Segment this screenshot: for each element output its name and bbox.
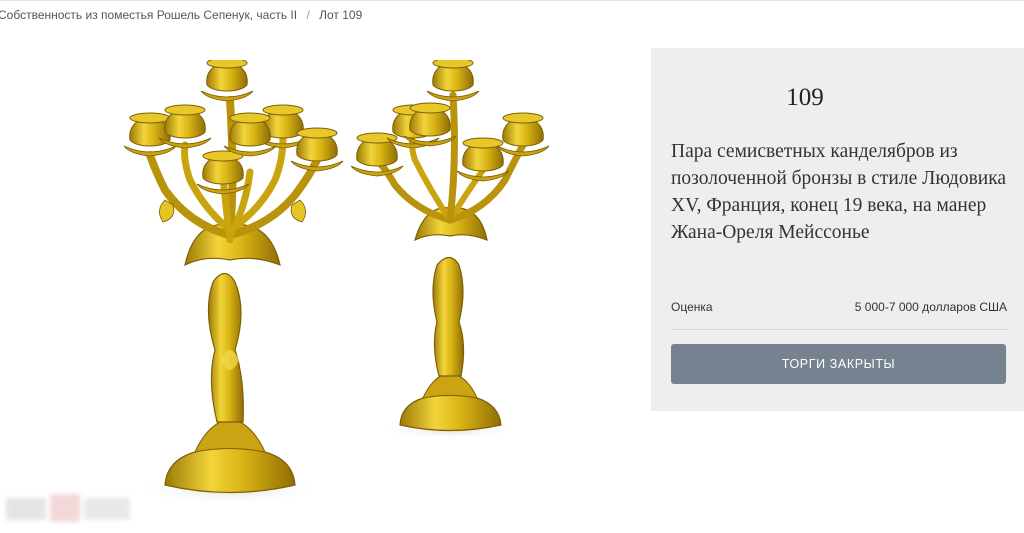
breadcrumb: Собственность из поместья Рошель Сепенук… bbox=[0, 8, 362, 22]
estimate-row: Оценка 5 000-7 000 долларов США bbox=[671, 300, 1007, 316]
breadcrumb-sale-link[interactable]: Собственность из поместья Рошель Сепенук… bbox=[0, 8, 297, 22]
estimate-label: Оценка bbox=[671, 300, 713, 314]
lot-title: Пара семисветных канделябров из позолоче… bbox=[671, 141, 1007, 243]
lot-info-panel: 109 Пара семисветных канделябров из позо… bbox=[651, 48, 1024, 411]
left-candelabrum bbox=[123, 57, 344, 504]
lot-image[interactable] bbox=[95, 57, 565, 510]
blurred-watermark bbox=[6, 492, 132, 526]
estimate-value: 5 000-7 000 долларов США bbox=[854, 300, 1007, 314]
divider bbox=[671, 329, 1007, 330]
candelabra-pair-image bbox=[123, 57, 550, 504]
breadcrumb-separator: / bbox=[306, 8, 310, 22]
top-border bbox=[0, 0, 1024, 1]
breadcrumb-lot-link[interactable]: Лот 109 bbox=[319, 8, 362, 22]
lot-number: 109 bbox=[786, 84, 824, 111]
right-candelabrum bbox=[350, 57, 550, 440]
bidding-closed-button[interactable]: ТОРГИ ЗАКРЫТЫ bbox=[671, 344, 1006, 384]
